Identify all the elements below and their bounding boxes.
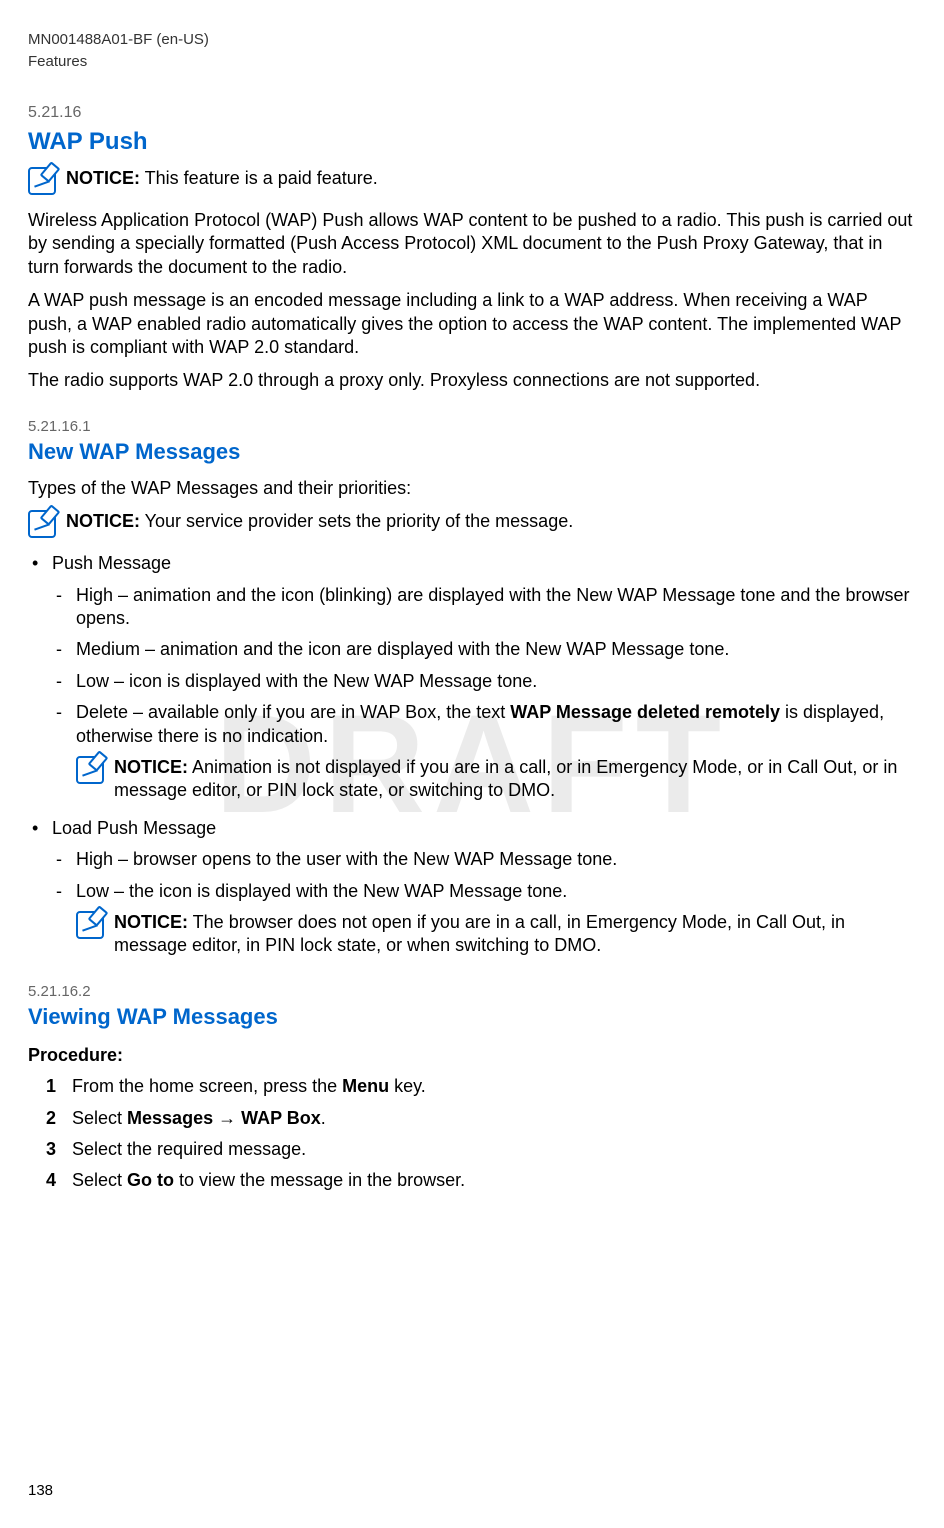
- bullet-list: Push Message High – animation and the ic…: [28, 552, 916, 957]
- subsection-title-new-wap: New WAP Messages: [28, 438, 916, 467]
- step-number: 2: [46, 1107, 56, 1130]
- page-content: MN001488A01-BF (en-US) Features 5.21.16 …: [28, 30, 916, 1193]
- notice-text: NOTICE: The browser does not open if you…: [114, 911, 916, 958]
- text-fragment: Select: [72, 1108, 127, 1128]
- notice-label: NOTICE:: [66, 168, 140, 188]
- list-item: Medium – animation and the icon are disp…: [52, 638, 916, 661]
- notice-icon: [28, 510, 56, 538]
- subsection-number: 5.21.16.1: [28, 417, 916, 437]
- bold-text: Go to: [127, 1170, 174, 1190]
- paragraph: Types of the WAP Messages and their prio…: [28, 477, 916, 500]
- section-number: 5.21.16: [28, 103, 916, 124]
- list-item: Push Message High – animation and the ic…: [28, 552, 916, 803]
- notice-body: Animation is not displayed if you are in…: [114, 757, 897, 800]
- text-fragment: .: [321, 1108, 326, 1128]
- text-fragment: key.: [389, 1076, 426, 1096]
- notice-text: NOTICE: This feature is a paid feature.: [66, 167, 916, 190]
- text-fragment: Select the required message.: [72, 1139, 306, 1159]
- step-item: 1 From the home screen, press the Menu k…: [46, 1075, 916, 1098]
- text-fragment: From the home screen, press the: [72, 1076, 342, 1096]
- procedure-steps: 1 From the home screen, press the Menu k…: [46, 1075, 916, 1193]
- list-item: Delete – available only if you are in WA…: [52, 701, 916, 748]
- page-number: 138: [28, 1481, 53, 1501]
- bold-text: WAP Box: [241, 1108, 321, 1128]
- subsection-number: 5.21.16.2: [28, 982, 916, 1002]
- notice-animation: NOTICE: Animation is not displayed if yo…: [76, 756, 916, 803]
- bold-text: WAP Message deleted remotely: [510, 702, 780, 722]
- notice-text: NOTICE: Your service provider sets the p…: [66, 510, 916, 533]
- notice-icon: [76, 911, 104, 939]
- step-item: 2 Select Messages → WAP Box.: [46, 1107, 916, 1130]
- list-item-title: Load Push Message: [52, 818, 216, 838]
- text-fragment: Delete – available only if you are in WA…: [76, 702, 510, 722]
- notice-body: The browser does not open if you are in …: [114, 912, 845, 955]
- paragraph: A WAP push message is an encoded message…: [28, 289, 916, 359]
- notice-text: NOTICE: Animation is not displayed if yo…: [114, 756, 916, 803]
- notice-icon: [76, 756, 104, 784]
- step-number: 4: [46, 1169, 56, 1192]
- paragraph: Wireless Application Protocol (WAP) Push…: [28, 209, 916, 279]
- text-fragment: →: [213, 1108, 241, 1128]
- list-item: Low – the icon is displayed with the New…: [52, 880, 916, 903]
- sub-list: High – browser opens to the user with th…: [52, 848, 916, 903]
- subsection-title-viewing-wap: Viewing WAP Messages: [28, 1003, 916, 1032]
- notice-label: NOTICE:: [114, 912, 188, 932]
- step-number: 3: [46, 1138, 56, 1161]
- text-fragment: Select: [72, 1170, 127, 1190]
- text-fragment: to view the message in the browser.: [174, 1170, 465, 1190]
- list-item: High – animation and the icon (blinking)…: [52, 584, 916, 631]
- notice-paid-feature: NOTICE: This feature is a paid feature.: [28, 167, 916, 195]
- doc-id: MN001488A01-BF (en-US): [28, 30, 916, 50]
- doc-section-label: Features: [28, 52, 916, 72]
- step-item: 4 Select Go to to view the message in th…: [46, 1169, 916, 1192]
- step-number: 1: [46, 1075, 56, 1098]
- procedure-label: Procedure:: [28, 1044, 916, 1067]
- bold-text: Menu: [342, 1076, 389, 1096]
- step-item: 3 Select the required message.: [46, 1138, 916, 1161]
- bold-text: Messages: [127, 1108, 213, 1128]
- notice-body: Your service provider sets the priority …: [140, 511, 573, 531]
- list-item: Load Push Message High – browser opens t…: [28, 817, 916, 958]
- list-item-title: Push Message: [52, 553, 171, 573]
- notice-label: NOTICE:: [66, 511, 140, 531]
- notice-browser: NOTICE: The browser does not open if you…: [76, 911, 916, 958]
- notice-priority: NOTICE: Your service provider sets the p…: [28, 510, 916, 538]
- list-item: High – browser opens to the user with th…: [52, 848, 916, 871]
- notice-label: NOTICE:: [114, 757, 188, 777]
- sub-list: High – animation and the icon (blinking)…: [52, 584, 916, 748]
- paragraph: The radio supports WAP 2.0 through a pro…: [28, 369, 916, 392]
- section-title-wap-push: WAP Push: [28, 126, 916, 157]
- list-item: Low – icon is displayed with the New WAP…: [52, 670, 916, 693]
- notice-icon: [28, 167, 56, 195]
- notice-body: This feature is a paid feature.: [140, 168, 378, 188]
